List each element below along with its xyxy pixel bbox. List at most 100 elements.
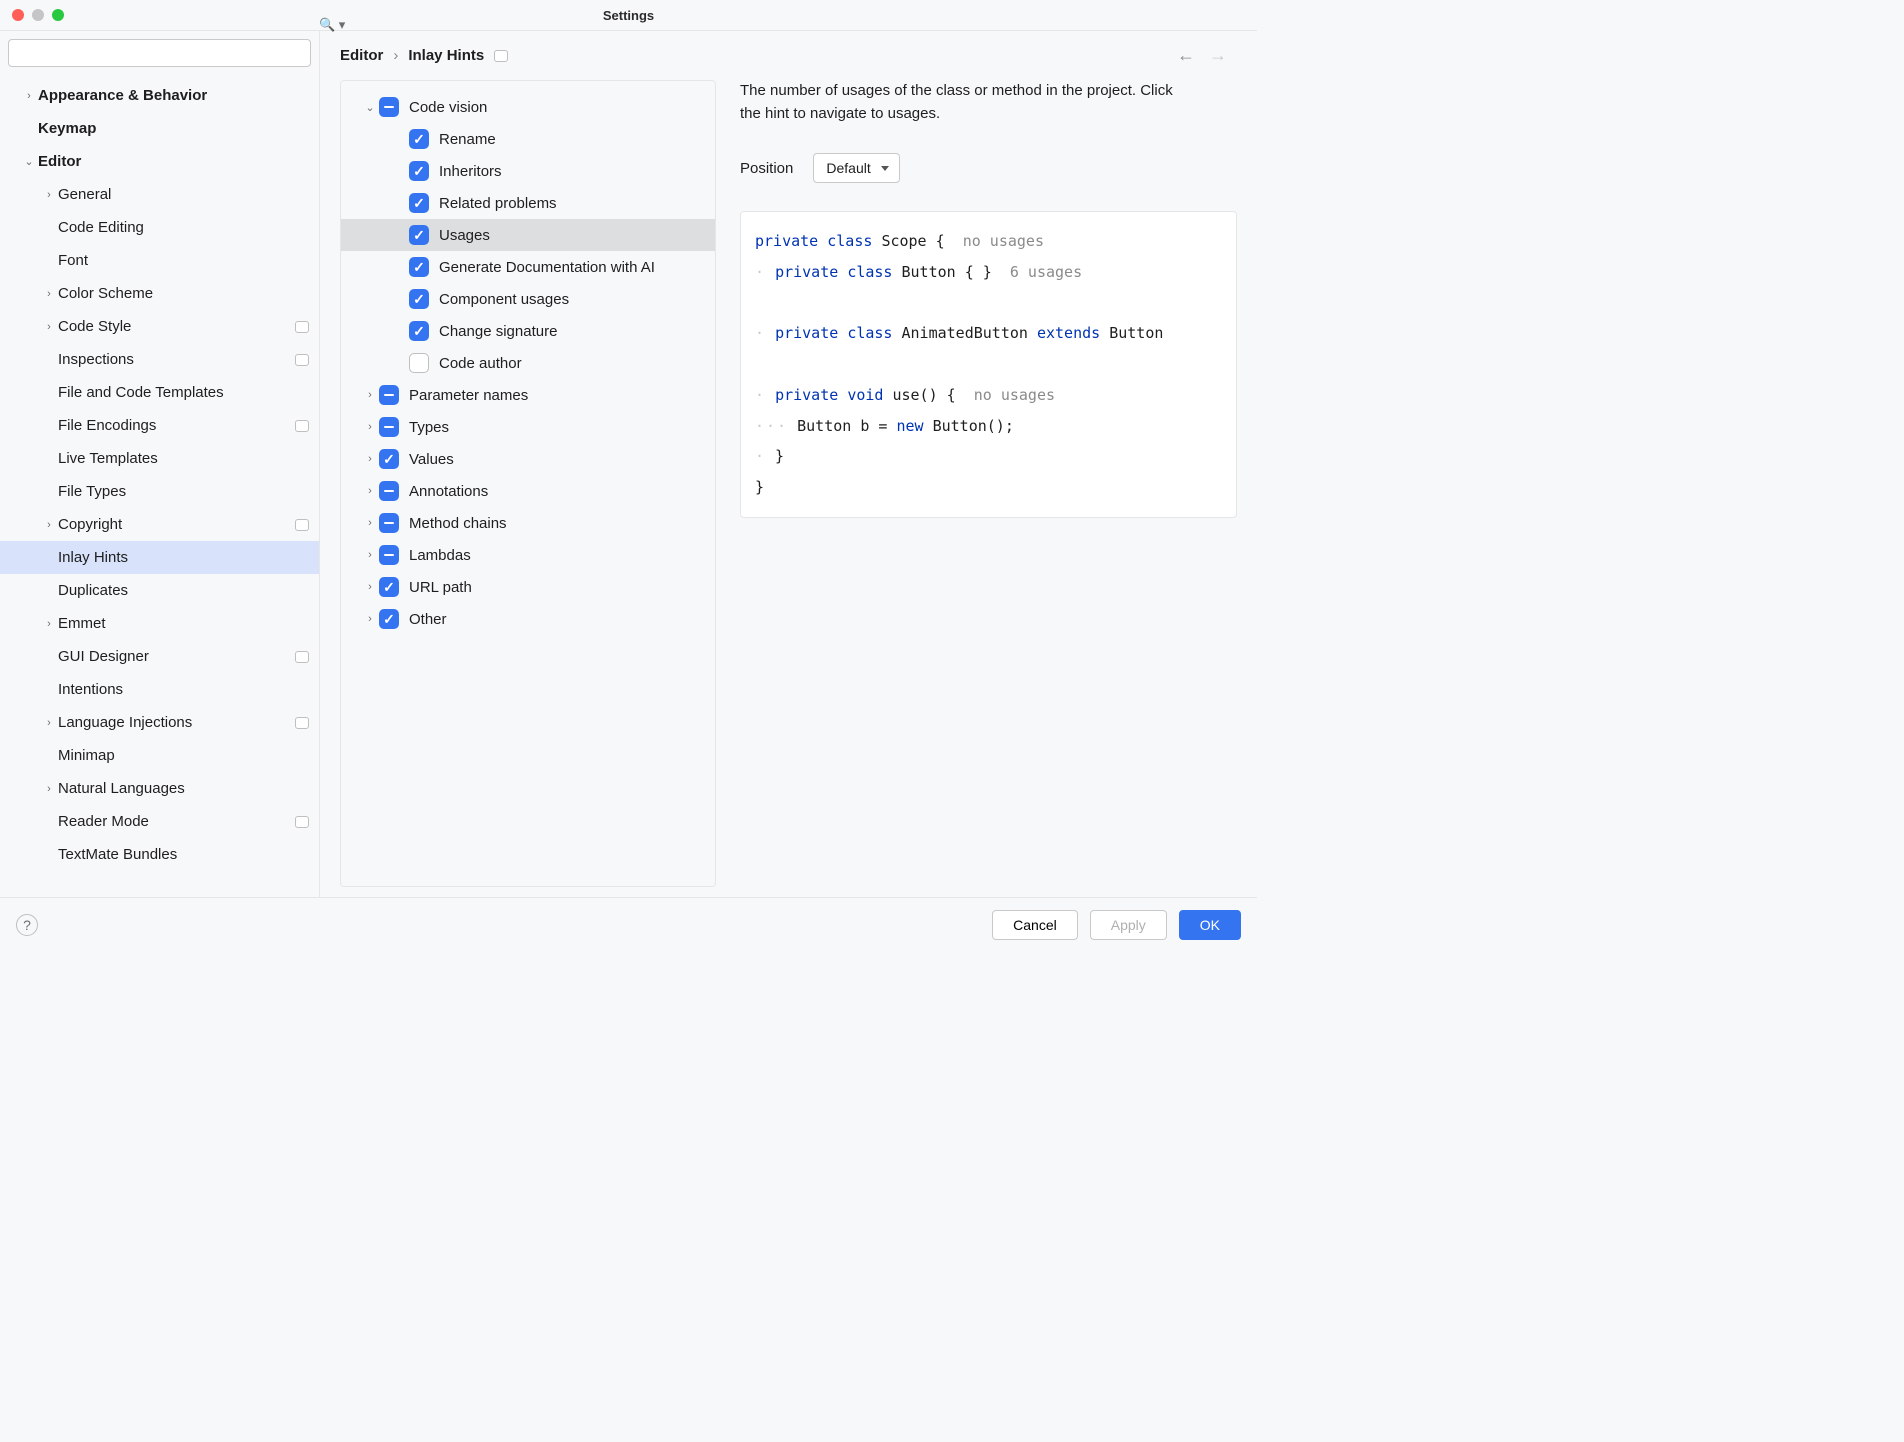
checkbox[interactable]	[379, 417, 399, 437]
tree-row-label: Generate Documentation with AI	[439, 259, 707, 276]
back-button[interactable]: ←	[1177, 45, 1195, 66]
sidebar-item-label: Live Templates	[58, 450, 309, 467]
checkbox[interactable]	[379, 481, 399, 501]
sidebar-item-label: Code Style	[58, 318, 295, 335]
sidebar-item-label: GUI Designer	[58, 648, 295, 665]
sidebar-item[interactable]: ›Copyright	[0, 508, 319, 541]
sidebar-item[interactable]: File and Code Templates	[0, 376, 319, 409]
cancel-button[interactable]: Cancel	[992, 910, 1078, 940]
tree-row[interactable]: ›Annotations	[341, 475, 715, 507]
sidebar-item[interactable]: Code Editing	[0, 211, 319, 244]
chevron-icon[interactable]: ›	[361, 421, 379, 433]
sidebar-item-label: Color Scheme	[58, 285, 309, 302]
breadcrumb-item[interactable]: Editor	[340, 47, 383, 64]
sidebar-item[interactable]: Minimap	[0, 739, 319, 772]
chevron-icon[interactable]: ›	[361, 485, 379, 497]
sidebar-tree[interactable]: ›Appearance & BehaviorKeymap⌄Editor›Gene…	[0, 75, 319, 897]
chevron-icon[interactable]: ⌄	[361, 101, 379, 114]
checkbox[interactable]	[409, 161, 429, 181]
sidebar-item[interactable]: Reader Mode	[0, 805, 319, 838]
checkbox[interactable]	[409, 353, 429, 373]
checkbox[interactable]	[379, 577, 399, 597]
forward-button[interactable]: →	[1209, 45, 1227, 66]
sidebar-item[interactable]: Intentions	[0, 673, 319, 706]
tree-row-label: Change signature	[439, 323, 707, 340]
sidebar-item[interactable]: Keymap	[0, 112, 319, 145]
checkbox[interactable]	[409, 129, 429, 149]
scope-badge-icon	[295, 816, 309, 828]
checkbox[interactable]	[409, 193, 429, 213]
sidebar-item[interactable]: File Encodings	[0, 409, 319, 442]
sidebar-item[interactable]: Inspections	[0, 343, 319, 376]
scope-badge-icon	[295, 651, 309, 663]
sidebar-item-label: Emmet	[58, 615, 309, 632]
chevron-icon[interactable]: ›	[361, 517, 379, 529]
search-input[interactable]	[8, 39, 311, 67]
chevron-icon: ›	[40, 618, 58, 630]
sidebar-item-label: Editor	[38, 153, 309, 170]
checkbox[interactable]	[409, 257, 429, 277]
minimize-window-button[interactable]	[32, 9, 44, 21]
checkbox[interactable]	[409, 225, 429, 245]
tree-row[interactable]: ›Parameter names	[341, 379, 715, 411]
checkbox[interactable]	[379, 513, 399, 533]
sidebar-item-label: Appearance & Behavior	[38, 87, 309, 104]
tree-row[interactable]: ›Generate Documentation with AI	[341, 251, 715, 283]
chevron-icon[interactable]: ›	[361, 613, 379, 625]
tree-row[interactable]: ›Rename	[341, 123, 715, 155]
help-button[interactable]: ?	[16, 914, 38, 936]
tree-row[interactable]: ›URL path	[341, 571, 715, 603]
tree-row[interactable]: ›Component usages	[341, 283, 715, 315]
position-select[interactable]: Default	[813, 153, 899, 183]
sidebar-item[interactable]: ›General	[0, 178, 319, 211]
chevron-icon[interactable]: ›	[361, 453, 379, 465]
tree-row[interactable]: ›Inheritors	[341, 155, 715, 187]
sidebar-item[interactable]: TextMate Bundles	[0, 838, 319, 871]
sidebar-item[interactable]: Inlay Hints	[0, 541, 319, 574]
sidebar-item[interactable]: Duplicates	[0, 574, 319, 607]
chevron-icon[interactable]: ›	[361, 389, 379, 401]
tree-row[interactable]: ›Change signature	[341, 315, 715, 347]
apply-button[interactable]: Apply	[1090, 910, 1167, 940]
tree-row[interactable]: ›Values	[341, 443, 715, 475]
sidebar-item[interactable]: ›Language Injections	[0, 706, 319, 739]
checkbox[interactable]	[379, 385, 399, 405]
maximize-window-button[interactable]	[52, 9, 64, 21]
hints-tree[interactable]: ⌄Code vision›Rename›Inheritors›Related p…	[340, 80, 716, 887]
checkbox[interactable]	[379, 97, 399, 117]
sidebar-item[interactable]: ›Natural Languages	[0, 772, 319, 805]
sidebar-item[interactable]: ›Code Style	[0, 310, 319, 343]
tree-row[interactable]: ›Other	[341, 603, 715, 635]
sidebar-item-label: Reader Mode	[58, 813, 295, 830]
tree-row[interactable]: ›Code author	[341, 347, 715, 379]
tree-row[interactable]: ⌄Code vision	[341, 91, 715, 123]
close-window-button[interactable]	[12, 9, 24, 21]
ok-button[interactable]: OK	[1179, 910, 1241, 940]
tree-row[interactable]: ›Lambdas	[341, 539, 715, 571]
sidebar-item[interactable]: GUI Designer	[0, 640, 319, 673]
sidebar-item[interactable]: ›Appearance & Behavior	[0, 79, 319, 112]
chevron-icon[interactable]: ›	[361, 549, 379, 561]
tree-row[interactable]: ›Related problems	[341, 187, 715, 219]
sidebar-item[interactable]: Font	[0, 244, 319, 277]
chevron-icon[interactable]: ›	[361, 581, 379, 593]
breadcrumb-item: Inlay Hints	[408, 47, 484, 64]
sidebar-item[interactable]: ⌄Editor	[0, 145, 319, 178]
checkbox[interactable]	[409, 289, 429, 309]
sidebar-item[interactable]: File Types	[0, 475, 319, 508]
sidebar-item[interactable]: Live Templates	[0, 442, 319, 475]
sidebar-item[interactable]: ›Emmet	[0, 607, 319, 640]
tree-row[interactable]: ›Types	[341, 411, 715, 443]
scope-badge-icon[interactable]	[494, 50, 508, 62]
sidebar-item-label: General	[58, 186, 309, 203]
tree-row-label: Usages	[439, 227, 707, 244]
checkbox[interactable]	[409, 321, 429, 341]
sidebar-item[interactable]: ›Color Scheme	[0, 277, 319, 310]
checkbox[interactable]	[379, 545, 399, 565]
tree-row[interactable]: ›Method chains	[341, 507, 715, 539]
checkbox[interactable]	[379, 609, 399, 629]
tree-row[interactable]: ›Usages	[341, 219, 715, 251]
checkbox[interactable]	[379, 449, 399, 469]
sidebar-item-label: Code Editing	[58, 219, 309, 236]
code-line: private class Scope { no usages	[755, 226, 1222, 257]
